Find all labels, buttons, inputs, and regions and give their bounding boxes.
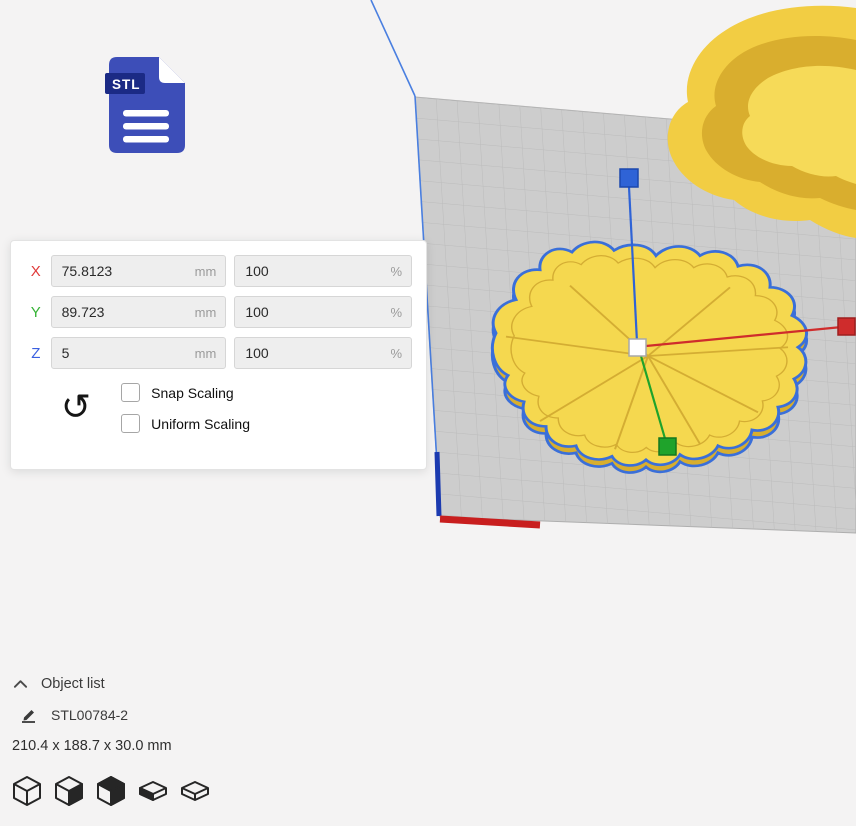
scale-y-mm-input[interactable]: [52, 304, 226, 320]
stl-document-icon: STL: [105, 55, 189, 155]
scale-tool-panel: X mm % Y mm % Z mm % ↺: [10, 240, 427, 470]
axis-label-z: Z: [21, 345, 51, 362]
uniform-scaling-label: Uniform Scaling: [151, 416, 250, 432]
gizmo-y-handle[interactable]: [659, 438, 676, 455]
scale-y-percent-field[interactable]: %: [234, 296, 412, 328]
rotate-ccw-icon: ↺: [61, 387, 91, 428]
scale-row-x: X mm %: [17, 255, 420, 287]
snap-scaling-checkbox[interactable]: [121, 383, 140, 402]
flat-box-left-face-icon: [137, 774, 169, 806]
view-3d-button[interactable]: [11, 774, 43, 806]
scale-z-percent-input[interactable]: [235, 345, 411, 361]
gizmo-x-handle[interactable]: [838, 318, 855, 335]
snap-scaling-option[interactable]: Snap Scaling: [121, 383, 250, 402]
scale-row-y: Y mm %: [17, 296, 420, 328]
object-list-section: Object list STL00784-2 210.4 x 188.7 x 3…: [0, 666, 420, 806]
model-dimensions: 210.4 x 188.7 x 30.0 mm: [0, 727, 420, 754]
scale-x-percent-input[interactable]: [235, 263, 411, 279]
view-left-button[interactable]: [137, 774, 169, 806]
gizmo-z-handle[interactable]: [620, 169, 638, 187]
cube-front-face-icon: [53, 774, 85, 806]
scale-x-mm-field[interactable]: mm: [51, 255, 227, 287]
view-top-button[interactable]: [95, 774, 127, 806]
scale-z-mm-input[interactable]: [52, 345, 226, 361]
view-right-button[interactable]: [179, 774, 211, 806]
stl-file-icon[interactable]: STL: [105, 55, 189, 155]
reset-scale-button[interactable]: ↺: [61, 390, 91, 426]
origin-z-axis-marker: [437, 452, 439, 516]
object-list-item[interactable]: STL00784-2: [0, 698, 420, 727]
view-front-button[interactable]: [53, 774, 85, 806]
uniform-scaling-checkbox[interactable]: [121, 414, 140, 433]
scale-row-z: Z mm %: [17, 337, 420, 369]
pencil-icon: [20, 707, 37, 723]
scale-panel-options: ↺ Snap Scaling Uniform Scaling: [17, 383, 420, 433]
snap-scaling-label: Snap Scaling: [151, 385, 234, 401]
object-list-header[interactable]: Object list: [0, 666, 420, 698]
scale-z-mm-field[interactable]: mm: [51, 337, 227, 369]
gizmo-center-handle[interactable]: [629, 339, 646, 356]
cube-wireframe-icon: [11, 774, 43, 806]
chevron-up-icon: [13, 679, 28, 689]
scale-y-mm-field[interactable]: mm: [51, 296, 227, 328]
axis-label-x: X: [21, 263, 51, 280]
stl-badge-label: STL: [112, 77, 141, 92]
scale-x-mm-input[interactable]: [52, 263, 226, 279]
scale-x-percent-field[interactable]: %: [234, 255, 412, 287]
scale-y-percent-input[interactable]: [235, 304, 411, 320]
axis-label-y: Y: [21, 304, 51, 321]
object-list-title: Object list: [41, 676, 105, 692]
object-name: STL00784-2: [51, 707, 128, 723]
cube-top-face-icon: [95, 774, 127, 806]
uniform-scaling-option[interactable]: Uniform Scaling: [121, 414, 250, 433]
flat-box-wireframe-icon: [179, 774, 211, 806]
view-preset-toolbar: [0, 754, 420, 806]
scale-z-percent-field[interactable]: %: [234, 337, 412, 369]
